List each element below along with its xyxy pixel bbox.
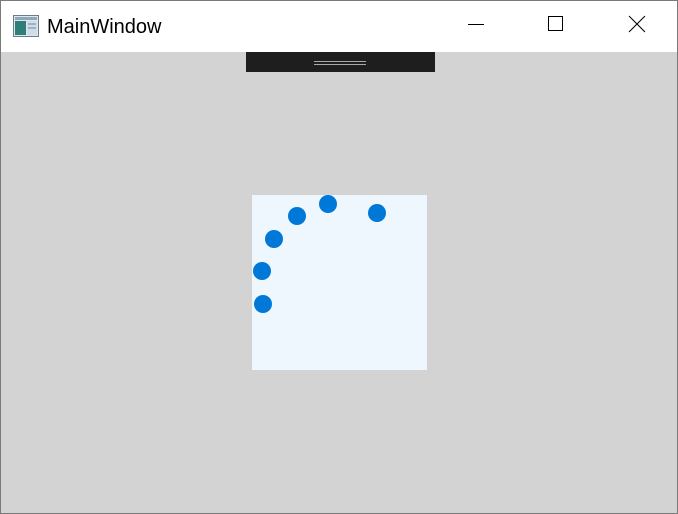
minimize-button[interactable]: [437, 1, 515, 52]
debug-toolbar[interactable]: [246, 52, 435, 72]
close-icon: [627, 14, 647, 39]
app-window-icon: [13, 15, 39, 37]
point-dot[interactable]: [288, 207, 306, 225]
point-dot[interactable]: [265, 230, 283, 248]
close-button[interactable]: [598, 1, 676, 52]
window-title: MainWindow: [47, 16, 162, 38]
point-dot[interactable]: [319, 195, 337, 213]
point-dot[interactable]: [368, 204, 386, 222]
point-dot[interactable]: [254, 295, 272, 313]
minimize-icon: [466, 14, 486, 39]
point-dot[interactable]: [253, 262, 271, 280]
maximize-button[interactable]: [517, 1, 595, 52]
toolbar-grip-line: [314, 61, 366, 62]
drawing-canvas[interactable]: [252, 195, 427, 370]
main-window: MainWindow: [0, 0, 678, 514]
maximize-icon: [546, 14, 566, 39]
toolbar-grip-line: [314, 64, 366, 65]
title-bar[interactable]: MainWindow: [1, 1, 677, 52]
